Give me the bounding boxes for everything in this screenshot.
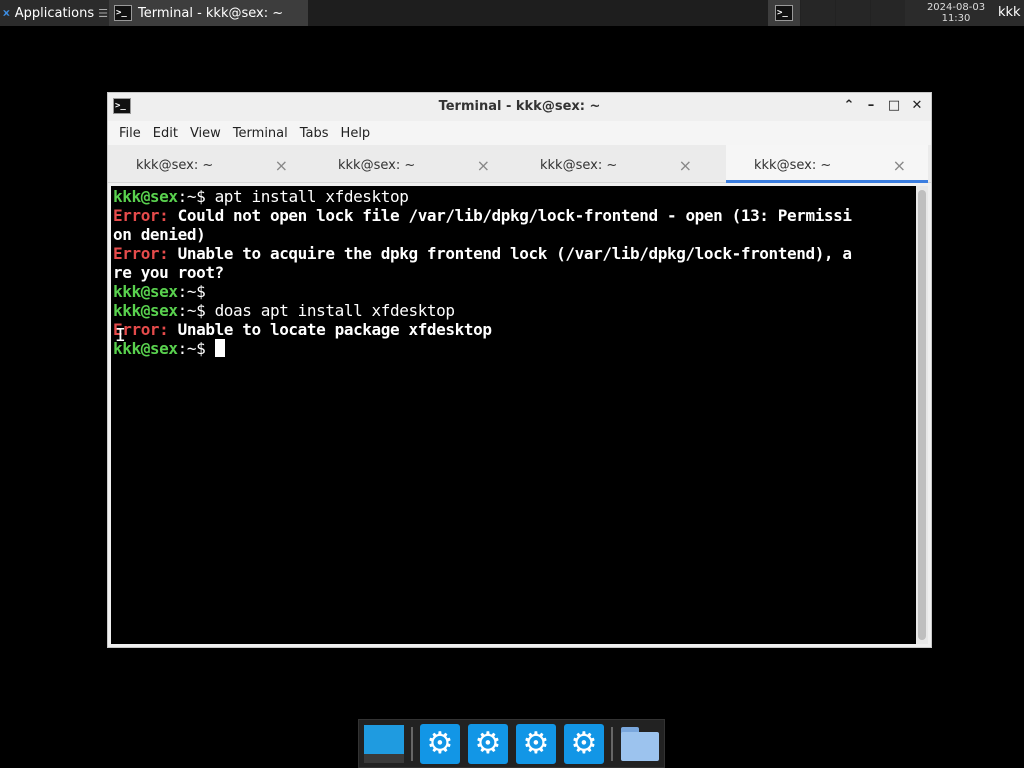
tab-label: kkk@sex: ~ (754, 158, 832, 173)
terminal-window: >_ Terminal - kkk@sex: ~ ⌃ – □ ✕ File Ed… (107, 92, 932, 648)
workspace-3[interactable] (870, 0, 905, 26)
tab-2[interactable]: kkk@sex: ~ × (310, 145, 512, 183)
applications-menu-button[interactable]: Applications ☰ (0, 0, 108, 26)
terminal-output[interactable]: kkk@sex:~$ apt install xfdesktop Error: … (111, 186, 916, 644)
text-cursor (214, 339, 225, 357)
window-titlebar[interactable]: >_ Terminal - kkk@sex: ~ ⌃ – □ ✕ (108, 93, 931, 121)
maximize-button[interactable]: □ (886, 98, 902, 114)
tab-1[interactable]: kkk@sex: ~ × (108, 145, 310, 183)
prompt-suffix: :~$ (177, 301, 215, 320)
close-button[interactable]: ✕ (909, 98, 925, 114)
terminal-icon: >_ (114, 5, 132, 21)
menu-bar: File Edit View Terminal Tabs Help (108, 121, 931, 145)
dock-settings-4[interactable]: ⚙ (563, 723, 605, 765)
menu-view[interactable]: View (184, 126, 227, 141)
minimize-button[interactable]: – (863, 98, 879, 114)
panel-empty-space (308, 0, 768, 26)
menu-file[interactable]: File (113, 126, 147, 141)
workspace-switcher[interactable] (800, 0, 905, 26)
error-message: Unable to locate package xfdesktop (168, 320, 492, 339)
xfce-logo-icon (3, 10, 10, 16)
taskbar-terminal-button[interactable]: >_ Terminal - kkk@sex: ~ (109, 0, 309, 26)
window-title: Terminal - kkk@sex: ~ (438, 99, 601, 114)
tab-label: kkk@sex: ~ (540, 158, 618, 173)
folder-icon (621, 726, 659, 761)
menu-tabs[interactable]: Tabs (294, 126, 335, 141)
error-message: Could not open lock file /var/lib/dpkg/l… (168, 206, 852, 225)
tab-close-icon[interactable]: × (893, 156, 906, 175)
show-desktop-icon (364, 724, 404, 763)
error-message-cont: on denied) (113, 225, 206, 244)
error-label: Error: (113, 244, 169, 263)
ibeam-cursor-icon: I (115, 325, 126, 346)
applications-label: Applications (14, 5, 95, 21)
tab-close-icon[interactable]: × (477, 156, 490, 175)
terminal-text: kkk@sex:~$ apt install xfdesktop Error: … (113, 187, 852, 358)
menu-glyph-icon: ☰ (98, 6, 108, 20)
error-message: Unable to acquire the dpkg frontend lock… (168, 244, 852, 263)
command-line: doas apt install xfdesktop (214, 301, 455, 320)
tab-label: kkk@sex: ~ (338, 158, 416, 173)
dock-separator (611, 726, 613, 761)
prompt-suffix: :~$ (177, 187, 215, 206)
scrollbar-thumb[interactable] (918, 190, 926, 640)
error-label: Error: (113, 206, 169, 225)
menu-help[interactable]: Help (335, 126, 377, 141)
prompt-suffix: :~$ (177, 339, 215, 358)
terminal-scrollbar[interactable] (916, 186, 928, 644)
taskbar-terminal-label: Terminal - kkk@sex: ~ (138, 5, 284, 21)
top-panel: Applications ☰ >_ Terminal - kkk@sex: ~ … (0, 0, 1024, 26)
prompt-user: kkk@sex (113, 301, 178, 320)
workspace-1[interactable] (800, 0, 835, 26)
error-message-cont: re you root? (113, 263, 224, 282)
dock-separator (411, 726, 413, 761)
tab-close-icon[interactable]: × (275, 156, 288, 175)
prompt-user: kkk@sex (113, 187, 178, 206)
gear-icon: ⚙ (516, 723, 556, 764)
tab-bar: kkk@sex: ~ × kkk@sex: ~ × kkk@sex: ~ × k… (108, 145, 931, 183)
tab-3[interactable]: kkk@sex: ~ × (512, 145, 714, 183)
file-manager-button[interactable] (619, 723, 661, 765)
menu-edit[interactable]: Edit (147, 126, 184, 141)
gear-icon: ⚙ (468, 723, 508, 764)
dock-settings-3[interactable]: ⚙ (515, 723, 557, 765)
active-tab-indicator (726, 180, 928, 183)
show-desktop-button[interactable] (363, 723, 405, 765)
gear-icon: ⚙ (564, 723, 604, 764)
command-line: apt install xfdesktop (214, 187, 409, 206)
menu-terminal[interactable]: Terminal (227, 126, 294, 141)
clock-time: 11:30 (941, 13, 971, 24)
prompt-user: kkk@sex (113, 282, 178, 301)
tab-4-active[interactable]: kkk@sex: ~ × (726, 145, 928, 183)
clock-date: 2024-08-03 (926, 2, 986, 13)
terminal-launcher-button[interactable]: >_ (768, 0, 800, 26)
terminal-launcher-icon: >_ (775, 5, 793, 21)
dock-settings-2[interactable]: ⚙ (467, 723, 509, 765)
dock: ⚙ ⚙ ⚙ ⚙ (358, 719, 665, 768)
dock-settings-1[interactable]: ⚙ (419, 723, 461, 765)
gear-icon: ⚙ (420, 723, 460, 764)
tab-close-icon[interactable]: × (679, 156, 692, 175)
workspace-2[interactable] (835, 0, 870, 26)
clock[interactable]: 2024-08-03 11:30 (915, 0, 997, 26)
user-menu[interactable]: kkk (998, 0, 1021, 26)
tab-label: kkk@sex: ~ (136, 158, 214, 173)
prompt-suffix: :~$ (177, 282, 215, 301)
shade-button[interactable]: ⌃ (841, 98, 857, 114)
